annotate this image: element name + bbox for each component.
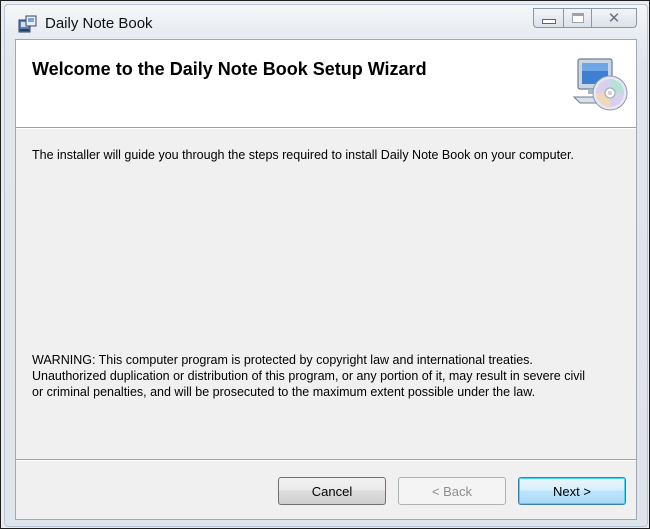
next-button[interactable]: Next >	[518, 477, 626, 505]
maximize-icon	[571, 13, 584, 23]
back-button: < Back	[398, 477, 506, 505]
wizard-banner: Welcome to the Daily Note Book Setup Wiz…	[16, 40, 636, 128]
maximize-button	[563, 8, 591, 28]
page-title: Welcome to the Daily Note Book Setup Wiz…	[32, 59, 427, 79]
banner-divider	[16, 128, 636, 129]
caption-buttons: ✕	[533, 8, 637, 30]
wizard-client-area: Welcome to the Daily Note Book Setup Wiz…	[15, 39, 637, 520]
computer-cd-icon	[572, 55, 632, 113]
minimize-button[interactable]	[533, 8, 563, 28]
cancel-button[interactable]: Cancel	[278, 477, 386, 505]
warning-line: or criminal penalties, and will be prose…	[32, 385, 536, 399]
setup-window: Daily Note Book ✕ Welcome to the Daily N…	[0, 0, 650, 529]
warning-line: Unauthorized duplication or distribution…	[32, 369, 586, 383]
copyright-warning: WARNING: This computer program is protec…	[32, 352, 622, 400]
close-button[interactable]: ✕	[591, 8, 637, 28]
window-title: Daily Note Book	[45, 15, 153, 32]
close-icon: ✕	[607, 8, 621, 27]
warning-line: WARNING: This computer program is protec…	[32, 353, 533, 367]
title-bar[interactable]: Daily Note Book ✕	[5, 5, 645, 39]
intro-text: The installer will guide you through the…	[32, 148, 574, 162]
footer-divider	[16, 459, 636, 460]
minimize-icon	[541, 18, 556, 24]
installer-package-icon[interactable]	[18, 14, 38, 34]
